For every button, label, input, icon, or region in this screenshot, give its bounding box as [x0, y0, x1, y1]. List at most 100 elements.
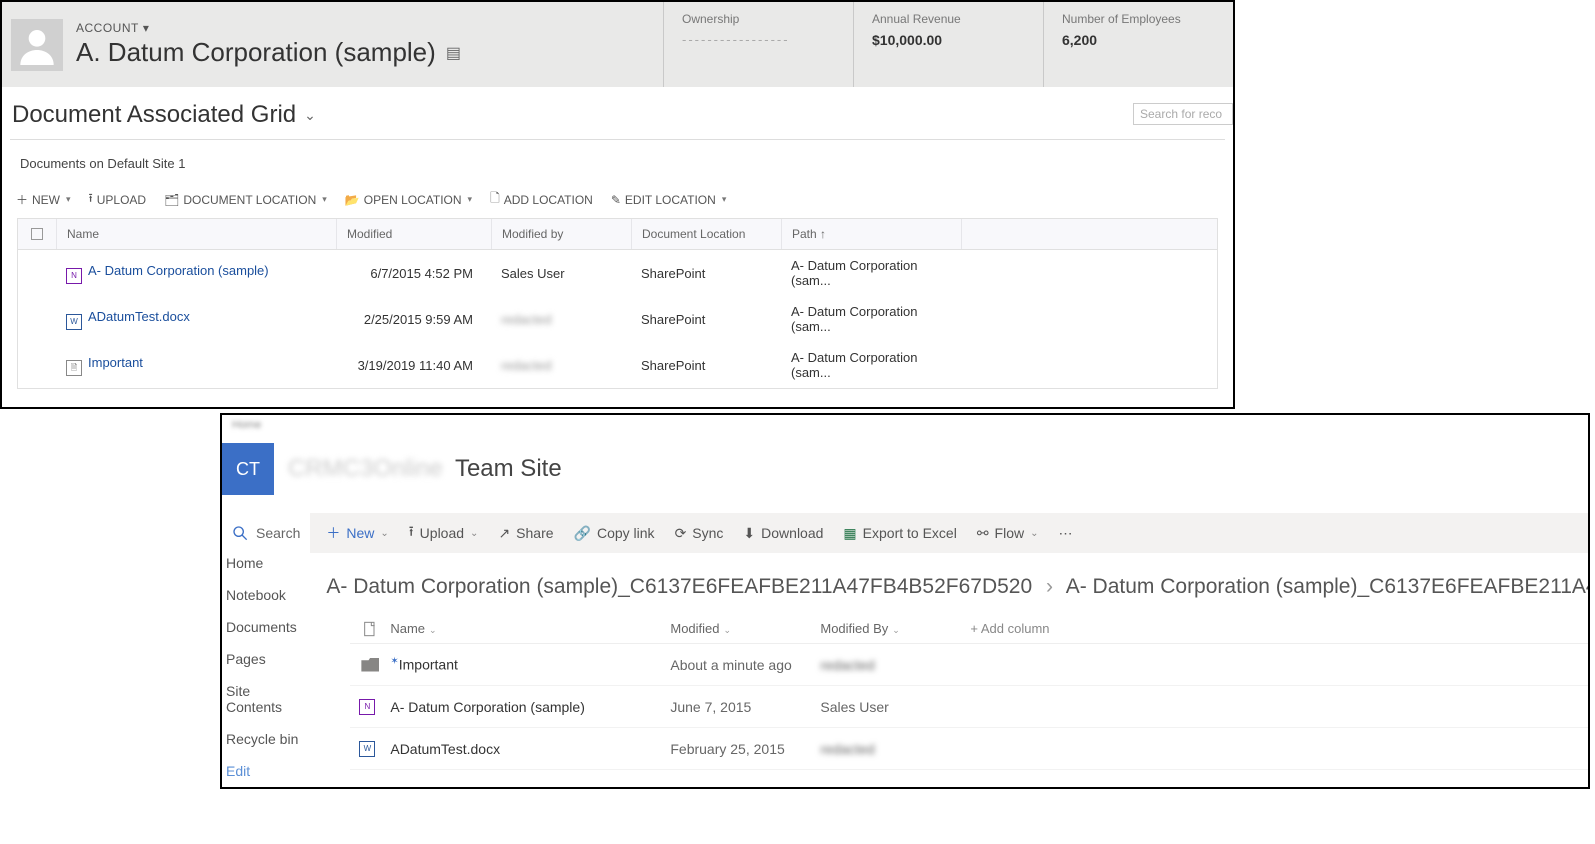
caret-down-icon: ▾	[143, 21, 150, 35]
title-menu-icon[interactable]: ▤	[446, 43, 461, 63]
site-name-text: Team Site	[455, 455, 562, 482]
account-label-dropdown[interactable]: ACCOUNT ▾	[76, 21, 663, 35]
cell-name[interactable]: ADatumTest.docx	[390, 741, 670, 757]
col-doc-location[interactable]: Document Location	[631, 219, 781, 249]
breadcrumb-part1[interactable]: A- Datum Corporation (sample)_C6137E6FEA…	[326, 575, 1032, 598]
flow-button[interactable]: ⚯ Flow ⌄	[977, 525, 1039, 542]
col-modified[interactable]: Modified⌄	[670, 621, 820, 637]
word-icon: W	[359, 741, 375, 757]
select-all-checkbox[interactable]	[18, 219, 56, 249]
col-modified-by[interactable]: Modified by	[491, 219, 631, 249]
col-name[interactable]: Name	[56, 219, 336, 249]
crm-toolbar: ＋ NEW▾ ⭱ UPLOAD 🗂 DOCUMENT LOCATION▾ 📂 O…	[2, 181, 1233, 218]
summary-label: Ownership	[682, 12, 835, 26]
col-modified[interactable]: Modified	[336, 219, 491, 249]
file-link[interactable]: ADatumTest.docx	[88, 309, 190, 324]
page-title: A. Datum Corporation (sample) ▤	[76, 37, 663, 68]
nav-item[interactable]: Notebook	[222, 579, 310, 611]
open-location-button[interactable]: 📂 OPEN LOCATION▾	[345, 193, 472, 207]
search-input[interactable]: Search	[222, 519, 310, 547]
onenote-icon: N	[359, 699, 375, 715]
breadcrumb-part2: A- Datum Corporation (sample)_C6137E6FEA…	[1066, 575, 1590, 598]
summary-value: $10,000.00	[872, 32, 1025, 48]
summary-ownership: Ownership -----------------	[663, 2, 853, 87]
sp-file-list: Name⌄ Modified⌄ Modified By⌄ + Add colum…	[310, 615, 1590, 780]
folder-icon	[361, 658, 379, 672]
cell-modified-by: redacted	[491, 350, 631, 381]
doc-location-button[interactable]: 🗂 DOCUMENT LOCATION▾	[164, 193, 327, 207]
more-button[interactable]: ⋯	[1059, 525, 1073, 542]
nav-edit[interactable]: Edit	[222, 755, 310, 787]
table-row[interactable]: NA- Datum Corporation (sample)6/7/2015 4…	[18, 250, 1217, 296]
account-label-text: ACCOUNT	[76, 21, 139, 35]
table-row[interactable]: 🗎Important3/19/2019 11:40 AMredactedShar…	[18, 342, 1217, 388]
cell-icon: N	[350, 699, 390, 715]
cell-location: SharePoint	[631, 258, 781, 289]
export-excel-button[interactable]: ▦ Export to Excel	[843, 525, 956, 542]
cell-location: SharePoint	[631, 304, 781, 335]
cell-modified: 6/7/2015 4:52 PM	[336, 258, 491, 289]
sync-button[interactable]: ⟳ Sync	[675, 525, 724, 542]
list-item[interactable]: ✶ImportantAbout a minute agoredacted	[350, 644, 1590, 686]
sharepoint-window: Home CT CRMC3Online Team Site Search Hom…	[220, 413, 1590, 789]
list-item[interactable]: WADatumTest.docxFebruary 25, 2015redacte…	[350, 728, 1590, 770]
cell-modified-by: Sales User	[820, 699, 970, 715]
title-block: ACCOUNT ▾ A. Datum Corporation (sample) …	[72, 2, 663, 87]
nav-item[interactable]: Home	[222, 547, 310, 579]
sp-command-bar: ＋ New ⌄ ⭱ Upload ⌄ ↗ Share 🔗 Copy link ⟳…	[310, 513, 1590, 553]
cell-name: W ADatumTest.docx	[56, 301, 336, 338]
nav-item[interactable]: Pages	[222, 643, 310, 675]
summary-revenue: Annual Revenue $10,000.00	[853, 2, 1043, 87]
copy-link-button[interactable]: 🔗 Copy link	[574, 525, 655, 542]
share-button[interactable]: ↗ Share	[498, 525, 553, 542]
nav-item[interactable]: Documents	[222, 611, 310, 643]
edit-location-button[interactable]: ✎ EDIT LOCATION▾	[611, 193, 727, 207]
nav-item[interactable]: Site Contents	[222, 675, 310, 723]
col-name[interactable]: Name⌄	[390, 621, 670, 637]
cell-name[interactable]: ✶Important	[390, 656, 670, 673]
row-checkbox[interactable]	[18, 265, 56, 281]
summary-value: 6,200	[1062, 32, 1215, 48]
col-type-icon[interactable]	[350, 621, 390, 637]
section-title-dropdown[interactable]: Document Associated Grid ⌄	[2, 87, 1233, 139]
col-modified-by[interactable]: Modified By⌄	[820, 621, 970, 637]
top-strip: Home	[222, 415, 1588, 435]
sp-body: Search HomeNotebookDocumentsPagesSite Co…	[222, 513, 1588, 787]
sp-left-nav: Search HomeNotebookDocumentsPagesSite Co…	[222, 513, 310, 787]
cell-location: SharePoint	[631, 350, 781, 381]
cell-path: A- Datum Corporation (sam...	[781, 296, 961, 342]
row-checkbox[interactable]	[18, 311, 56, 327]
upload-button[interactable]: ⭱ Upload ⌄	[409, 521, 479, 545]
col-path[interactable]: Path ↑	[781, 219, 961, 249]
grid-header: Name Modified Modified by Document Locat…	[18, 219, 1217, 250]
nav-item[interactable]: Recycle bin	[222, 723, 310, 755]
file-icon: W	[66, 314, 82, 330]
row-checkbox[interactable]	[18, 357, 56, 373]
cell-icon	[350, 658, 390, 672]
cell-name: NA- Datum Corporation (sample)	[56, 255, 336, 292]
download-button[interactable]: ⬇ Download	[743, 525, 823, 542]
crm-header: ACCOUNT ▾ A. Datum Corporation (sample) …	[2, 2, 1233, 87]
site-logo[interactable]: CT	[222, 443, 274, 495]
add-location-button[interactable]: 🗋 ADD LOCATION	[490, 189, 593, 210]
person-icon	[17, 25, 57, 65]
breadcrumb: A- Datum Corporation (sample)_C6137E6FEA…	[310, 553, 1590, 615]
file-link[interactable]: Important	[88, 355, 143, 370]
new-button[interactable]: ＋ NEW▾	[16, 191, 71, 208]
search-input[interactable]: Search for reco	[1133, 103, 1233, 125]
list-item[interactable]: NA- Datum Corporation (sample)June 7, 20…	[350, 686, 1590, 728]
cell-name[interactable]: A- Datum Corporation (sample)	[390, 699, 670, 715]
table-row[interactable]: WADatumTest.docx2/25/2015 9:59 AMredacte…	[18, 296, 1217, 342]
summary-pane: Ownership ----------------- Annual Reven…	[663, 2, 1233, 87]
add-column-button[interactable]: + Add column	[970, 621, 1049, 637]
cell-modified-by: redacted	[820, 741, 970, 757]
new-button[interactable]: ＋ New ⌄	[326, 523, 388, 543]
file-link[interactable]: A- Datum Corporation (sample)	[88, 263, 269, 278]
search-icon	[232, 525, 248, 541]
section-title-text: Document Associated Grid	[12, 101, 296, 129]
cell-modified: 3/19/2019 11:40 AM	[336, 350, 491, 381]
summary-employees: Number of Employees 6,200	[1043, 2, 1233, 87]
upload-button[interactable]: ⭱ UPLOAD	[89, 189, 147, 210]
cell-icon: W	[350, 741, 390, 757]
summary-label: Number of Employees	[1062, 12, 1215, 26]
